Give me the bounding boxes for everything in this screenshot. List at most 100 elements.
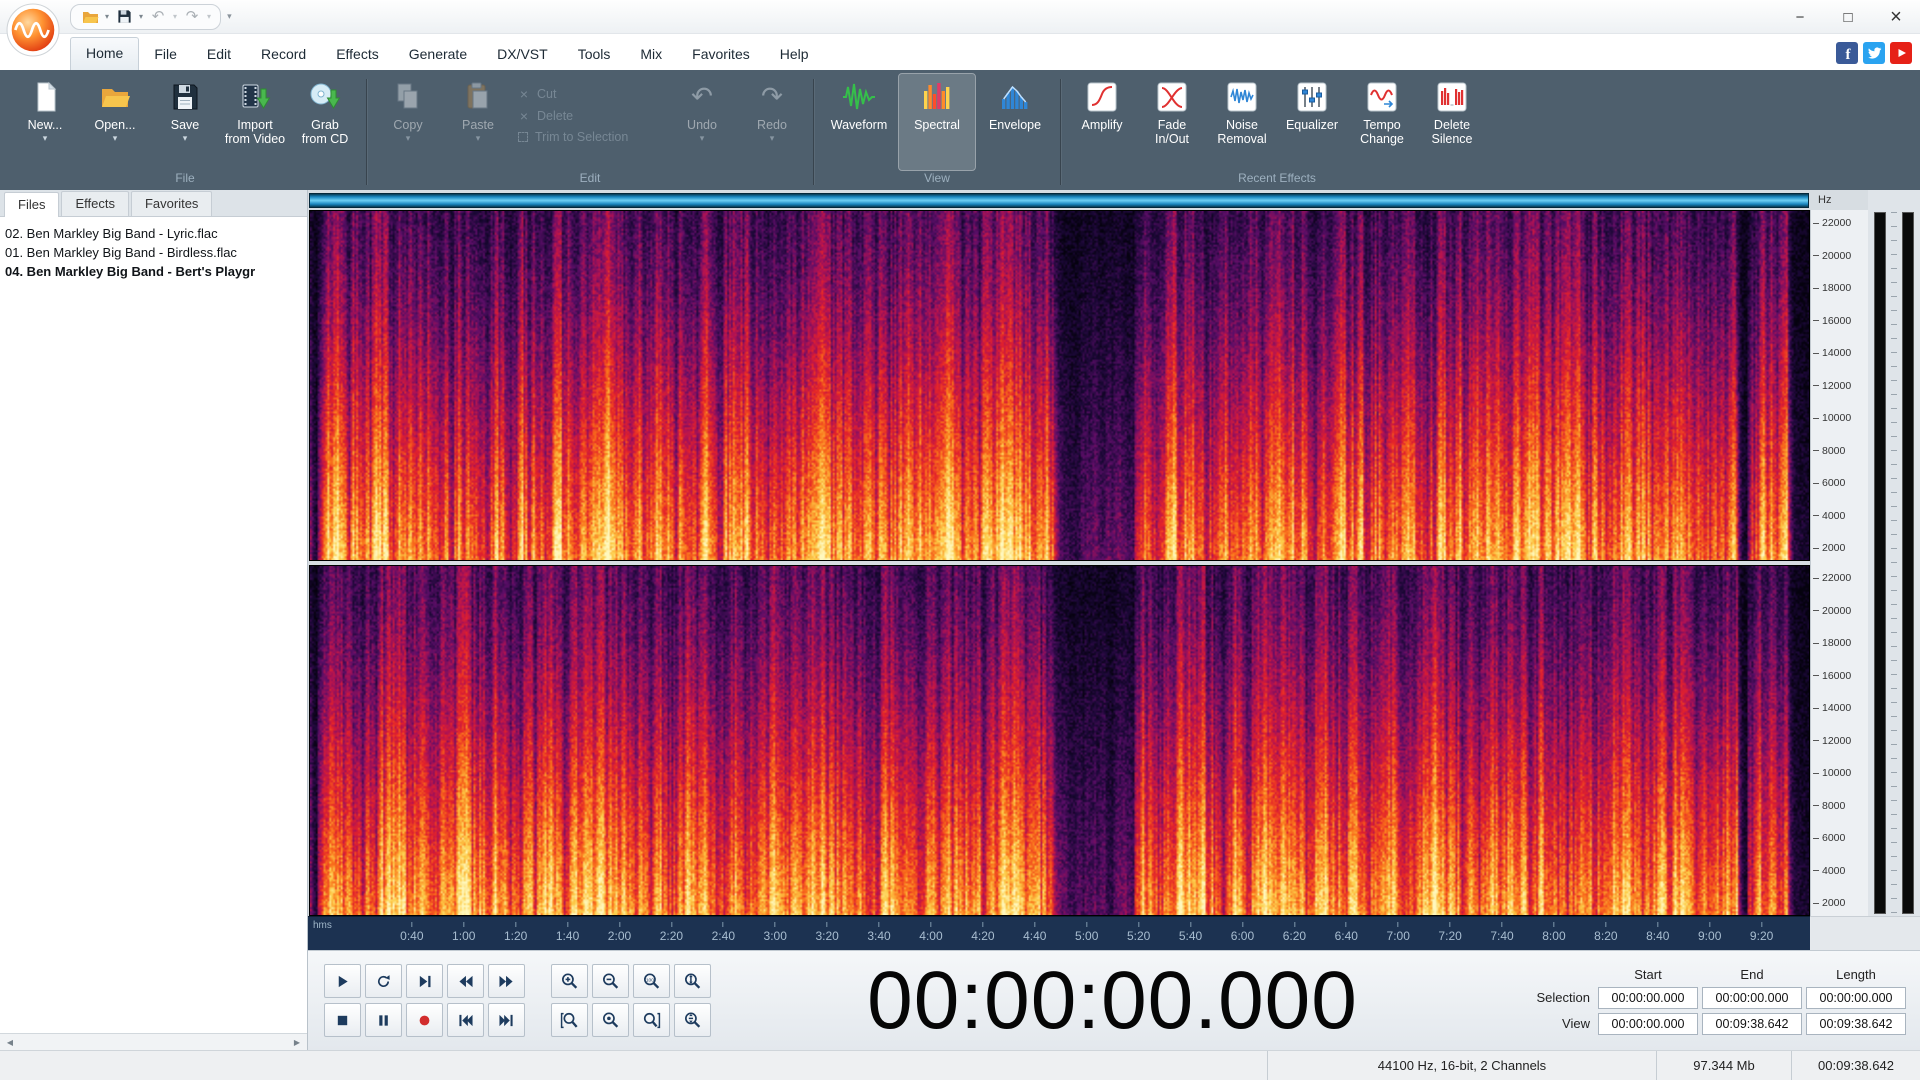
- go-to-end-button[interactable]: [488, 1003, 525, 1037]
- twitter-icon[interactable]: [1863, 42, 1885, 64]
- fade-in-out-button[interactable]: Fade In/Out: [1138, 74, 1206, 170]
- timeline-tick-label: 0:40: [400, 929, 424, 943]
- tab-edit[interactable]: Edit: [192, 39, 246, 70]
- close-button[interactable]: ×: [1872, 0, 1920, 34]
- minimize-button[interactable]: −: [1776, 0, 1824, 34]
- file-list-item[interactable]: 01. Ben Markley Big Band - Birdless.flac: [5, 243, 302, 262]
- maximize-button[interactable]: □: [1824, 0, 1872, 34]
- amplify-button[interactable]: Amplify: [1068, 74, 1136, 170]
- cut-button[interactable]: × Cut: [514, 86, 666, 102]
- menu-tabs: Home File Edit Record Effects Generate DX/VST T…: [70, 34, 824, 70]
- tab-home[interactable]: Home: [70, 37, 140, 70]
- timeline-ruler[interactable]: hms 0:40 1:00 1:20 1:40 2:00 2:20 2:40 3:00 3:20…: [308, 916, 1810, 950]
- zoom-100-button[interactable]: [633, 964, 670, 998]
- open-recent-icon[interactable]: [80, 7, 100, 27]
- tab-favorites[interactable]: Favorites: [677, 39, 765, 70]
- equalizer-button[interactable]: Equalizer: [1278, 74, 1346, 170]
- import-from-video-button[interactable]: Import from Video: [221, 74, 289, 170]
- undo-quick-icon[interactable]: ↶: [148, 7, 168, 27]
- tab-generate[interactable]: Generate: [394, 39, 482, 70]
- spectrogram-canvas-right[interactable]: [310, 566, 1809, 915]
- scroll-left-icon[interactable]: ◀: [3, 1038, 17, 1047]
- record-button[interactable]: [406, 1003, 443, 1037]
- copy-button[interactable]: Copy ▾: [374, 74, 442, 170]
- tab-mix[interactable]: Mix: [625, 39, 677, 70]
- file-list-item[interactable]: 02. Ben Markley Big Band - Lyric.flac: [5, 224, 302, 243]
- view-start-field[interactable]: 00:00:00.000: [1598, 1012, 1698, 1035]
- new-dropdown-icon[interactable]: ▾: [43, 134, 48, 143]
- view-length-field[interactable]: 00:09:38.642: [1806, 1012, 1906, 1035]
- trim-to-selection-button[interactable]: Trim to Selection: [514, 130, 666, 144]
- tab-tools[interactable]: Tools: [563, 39, 626, 70]
- customize-toolbar-icon[interactable]: ▾: [227, 11, 232, 22]
- overview-scroll-bar[interactable]: [309, 193, 1809, 208]
- facebook-icon[interactable]: f: [1836, 42, 1858, 64]
- tab-files[interactable]: Files: [4, 192, 60, 217]
- undo-label: Undo: [687, 118, 717, 132]
- delete-button[interactable]: × Delete: [514, 108, 666, 124]
- undo-dropdown-icon[interactable]: ▾: [173, 12, 177, 21]
- youtube-icon[interactable]: [1890, 42, 1912, 64]
- redo-dropdown-icon[interactable]: ▾: [207, 12, 211, 21]
- tab-help[interactable]: Help: [765, 39, 824, 70]
- redo-quick-icon[interactable]: ↷: [182, 7, 202, 27]
- scroll-right-icon[interactable]: ▶: [290, 1038, 304, 1047]
- zoom-selection-start-button[interactable]: [551, 1003, 588, 1037]
- tab-effects[interactable]: Effects: [321, 39, 394, 70]
- save-button[interactable]: Save ▾: [151, 74, 219, 170]
- tab-effects-panel[interactable]: Effects: [61, 191, 129, 216]
- tab-favorites-panel[interactable]: Favorites: [130, 191, 213, 216]
- tab-dx-vst[interactable]: DX/VST: [482, 39, 563, 70]
- zoom-out-button[interactable]: [592, 964, 629, 998]
- zoom-selection-end-button[interactable]: [633, 1003, 670, 1037]
- sidebar-horizontal-scrollbar[interactable]: ◀ ▶: [0, 1033, 307, 1050]
- new-button[interactable]: New... ▾: [11, 74, 79, 170]
- open-button[interactable]: Open... ▾: [81, 74, 149, 170]
- spectrogram-channel-right[interactable]: [309, 565, 1810, 916]
- tab-file[interactable]: File: [139, 39, 192, 70]
- go-to-start-button[interactable]: [447, 1003, 484, 1037]
- selection-length-field[interactable]: 00:00:00.000: [1806, 986, 1906, 1009]
- save-dropdown-icon[interactable]: ▾: [183, 134, 188, 143]
- app-logo-icon[interactable]: [6, 3, 60, 57]
- pause-button[interactable]: [365, 1003, 402, 1037]
- statusbar: 44100 Hz, 16-bit, 2 Channels 97.344 Mb 0…: [0, 1050, 1920, 1080]
- tempo-change-button[interactable]: Tempo Change: [1348, 74, 1416, 170]
- spectrogram-canvas-left[interactable]: [310, 211, 1809, 560]
- vertical-zoom-in-button[interactable]: [674, 964, 711, 998]
- fast-forward-button[interactable]: [488, 964, 525, 998]
- delete-silence-button[interactable]: Delete Silence: [1418, 74, 1486, 170]
- selection-start-field[interactable]: 00:00:00.000: [1598, 986, 1698, 1009]
- selection-row-label: Selection: [1536, 990, 1590, 1005]
- save-dropdown-icon[interactable]: ▾: [139, 12, 143, 21]
- rewind-button[interactable]: [447, 964, 484, 998]
- grab-from-cd-button[interactable]: Grab from CD: [291, 74, 359, 170]
- redo-button[interactable]: ↷ Redo ▾: [738, 74, 806, 170]
- vertical-zoom-out-button[interactable]: [674, 1003, 711, 1037]
- open-dropdown-icon[interactable]: ▾: [105, 12, 109, 21]
- view-end-field[interactable]: 00:09:38.642: [1702, 1012, 1802, 1035]
- file-list-item[interactable]: 04. Ben Markley Big Band - Bert's Playgr: [5, 262, 302, 281]
- save-quick-icon[interactable]: [114, 7, 134, 27]
- loop-button[interactable]: [365, 964, 402, 998]
- zoom-full-button[interactable]: [592, 1003, 629, 1037]
- spectral-view-button[interactable]: Spectral: [898, 73, 976, 171]
- freq-value: 18000: [1822, 282, 1852, 294]
- waveform-label: Waveform: [830, 118, 888, 132]
- stop-button[interactable]: [324, 1003, 361, 1037]
- paste-button[interactable]: Paste ▾: [444, 74, 512, 170]
- noise-removal-button[interactable]: Noise Removal: [1208, 74, 1276, 170]
- play-to-end-button[interactable]: [406, 964, 443, 998]
- envelope-view-button[interactable]: Envelope: [977, 74, 1053, 170]
- undo-button[interactable]: ↶ Undo ▾: [668, 74, 736, 170]
- play-button[interactable]: [324, 964, 361, 998]
- delete-silence-label: Delete Silence: [1431, 118, 1473, 147]
- waveform-view-button[interactable]: Waveform: [821, 74, 897, 170]
- open-dropdown-icon[interactable]: ▾: [113, 134, 118, 143]
- new-label: New...: [27, 118, 63, 132]
- cd-icon: [310, 83, 341, 109]
- spectrogram-channel-left[interactable]: [309, 210, 1810, 561]
- selection-end-field[interactable]: 00:00:00.000: [1702, 986, 1802, 1009]
- zoom-in-button[interactable]: [551, 964, 588, 998]
- tab-record[interactable]: Record: [246, 39, 321, 70]
